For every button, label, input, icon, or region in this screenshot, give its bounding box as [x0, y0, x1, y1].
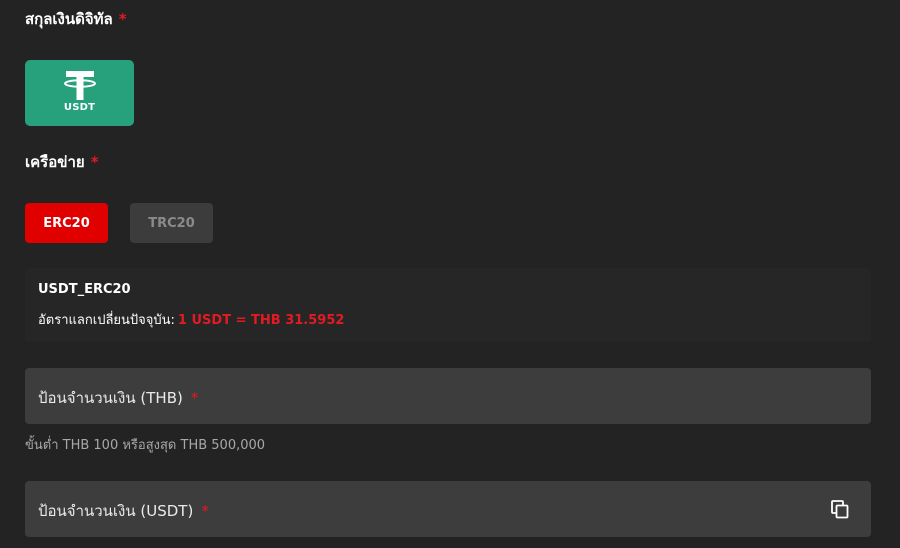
- required-mark: *: [190, 389, 199, 407]
- required-mark: *: [118, 10, 127, 28]
- currency-option-label: USDT: [63, 102, 96, 113]
- network-option-trc20[interactable]: TRC20: [130, 203, 213, 243]
- amount-limit-hint: ขั้นต่ำ THB 100 หรือสูงสุด THB 500,000: [25, 438, 266, 453]
- network-label-text: เครือข่าย: [25, 153, 85, 171]
- exchange-rate-value: 1 USDT = THB 31.5952: [177, 313, 345, 328]
- amount-usdt-input[interactable]: ป้อนจำนวนเงิน (USDT) *: [25, 481, 871, 537]
- currency-section-label: สกุลเงินดิจิทัล *: [25, 9, 127, 29]
- currency-option-usdt[interactable]: USDT: [25, 60, 134, 126]
- required-mark: *: [201, 502, 209, 520]
- deposit-form: สกุลเงินดิจิทัล * USDT เครือข่าย * ERC20 T…: [0, 0, 900, 548]
- network-option-erc20[interactable]: ERC20: [25, 203, 108, 243]
- copy-icon[interactable]: [831, 500, 849, 519]
- currency-label-text: สกุลเงินดิจิทัล: [25, 10, 113, 28]
- amount-usdt-label-text: ป้อนจำนวนเงิน (USDT): [38, 502, 194, 520]
- pair-title: USDT_ERC20: [38, 282, 131, 297]
- required-mark: *: [90, 153, 99, 171]
- exchange-rate-line: อัตราแลกเปลี่ยนปัจจุบัน: 1 USDT = THB 31.…: [38, 309, 344, 330]
- amount-thb-label-text: ป้อนจำนวนเงิน (THB): [38, 389, 183, 407]
- amount-thb-label: ป้อนจำนวนเงิน (THB) *: [38, 386, 198, 410]
- amount-thb-input[interactable]: ป้อนจำนวนเงิน (THB) *: [25, 368, 871, 424]
- amount-usdt-label: ป้อนจำนวนเงิน (USDT) *: [38, 499, 209, 523]
- rate-info-panel: USDT_ERC20 อัตราแลกเปลี่ยนปัจจุบัน: 1 USD…: [25, 268, 871, 342]
- network-section-label: เครือข่าย *: [25, 152, 99, 172]
- exchange-rate-label: อัตราแลกเปลี่ยนปัจจุบัน:: [38, 313, 175, 328]
- tether-icon: [63, 71, 96, 100]
